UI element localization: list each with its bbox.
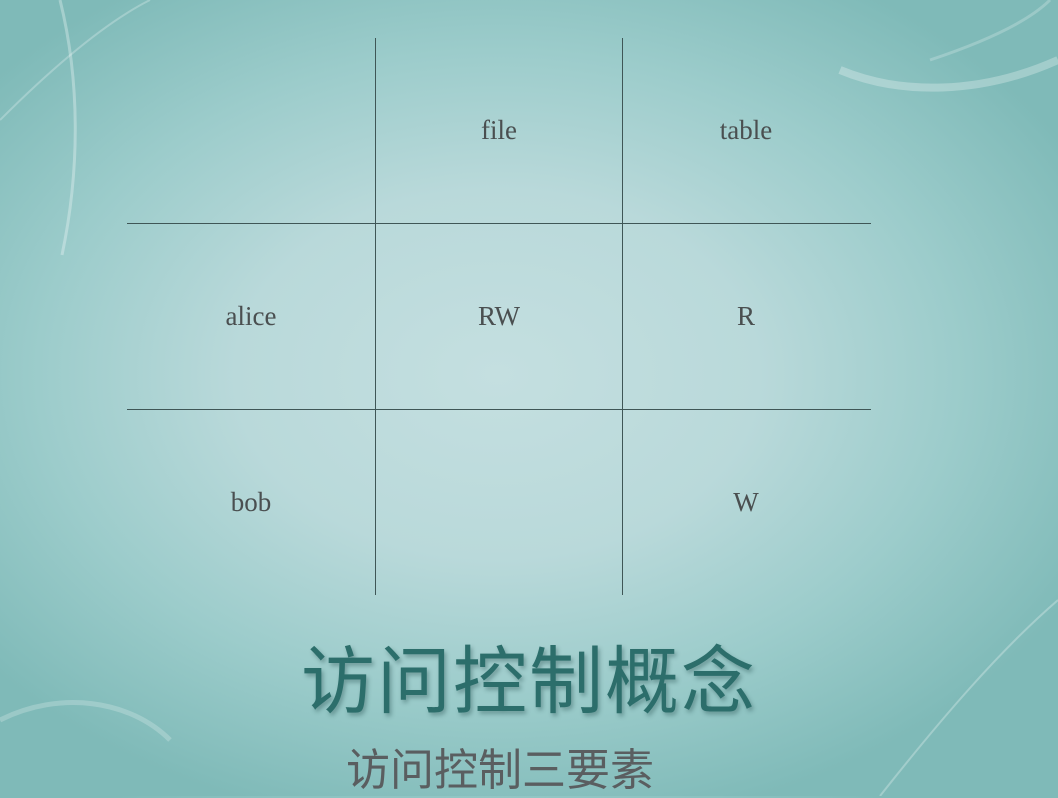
slide-title: 访问控制概念 — [301, 639, 757, 725]
slide-subtitle: 访问控制三要素 — [346, 745, 654, 796]
cell-alice-file: RW — [477, 301, 520, 331]
row-header-alice: alice — [225, 301, 277, 331]
column-header-table: table — [719, 115, 773, 145]
cell-bob-file — [375, 410, 623, 595]
column-header-file: file — [481, 115, 517, 145]
cell-alice-table: R — [736, 301, 755, 331]
access-matrix: file table alice RW R bob W — [127, 38, 871, 595]
row-header-bob: bob — [230, 487, 272, 517]
slide: { "matrix": { "header": { "col1": "file"… — [0, 0, 1058, 796]
cell-bob-table: W — [733, 487, 759, 517]
